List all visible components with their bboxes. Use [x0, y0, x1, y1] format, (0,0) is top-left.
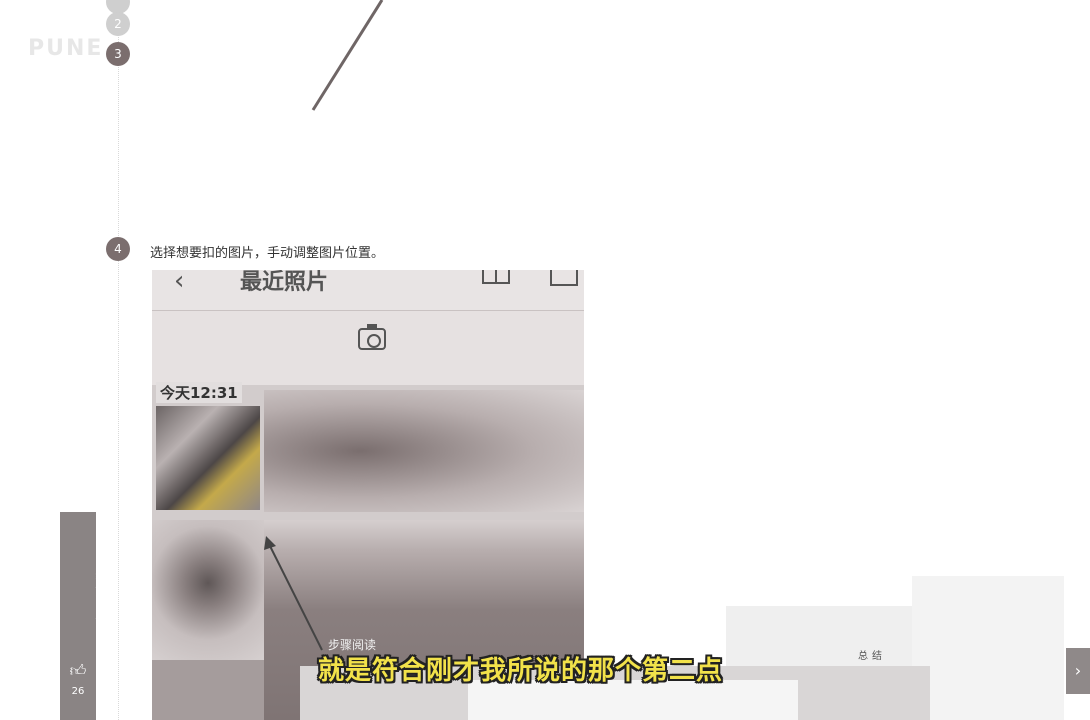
step-4-text: 选择想要扣的图片，手动调整图片位置。: [150, 246, 385, 261]
feedback-sidebar: 此经验有帮助？ 👍︎ 26: [60, 512, 104, 720]
video-subtitle: 就是符合刚才我所说的那个第二点: [318, 656, 724, 686]
like-count: 26: [71, 686, 85, 697]
thumbs-up-icon[interactable]: 👍︎: [68, 662, 88, 680]
helpful-question: 此经验有帮助？: [93, 560, 104, 630]
chevron-right-icon[interactable]: ›: [1066, 648, 1090, 694]
step-circle-4: 4: [106, 237, 130, 261]
summary-label: 总结: [858, 651, 886, 662]
overlay-panel-2: [912, 576, 1064, 720]
